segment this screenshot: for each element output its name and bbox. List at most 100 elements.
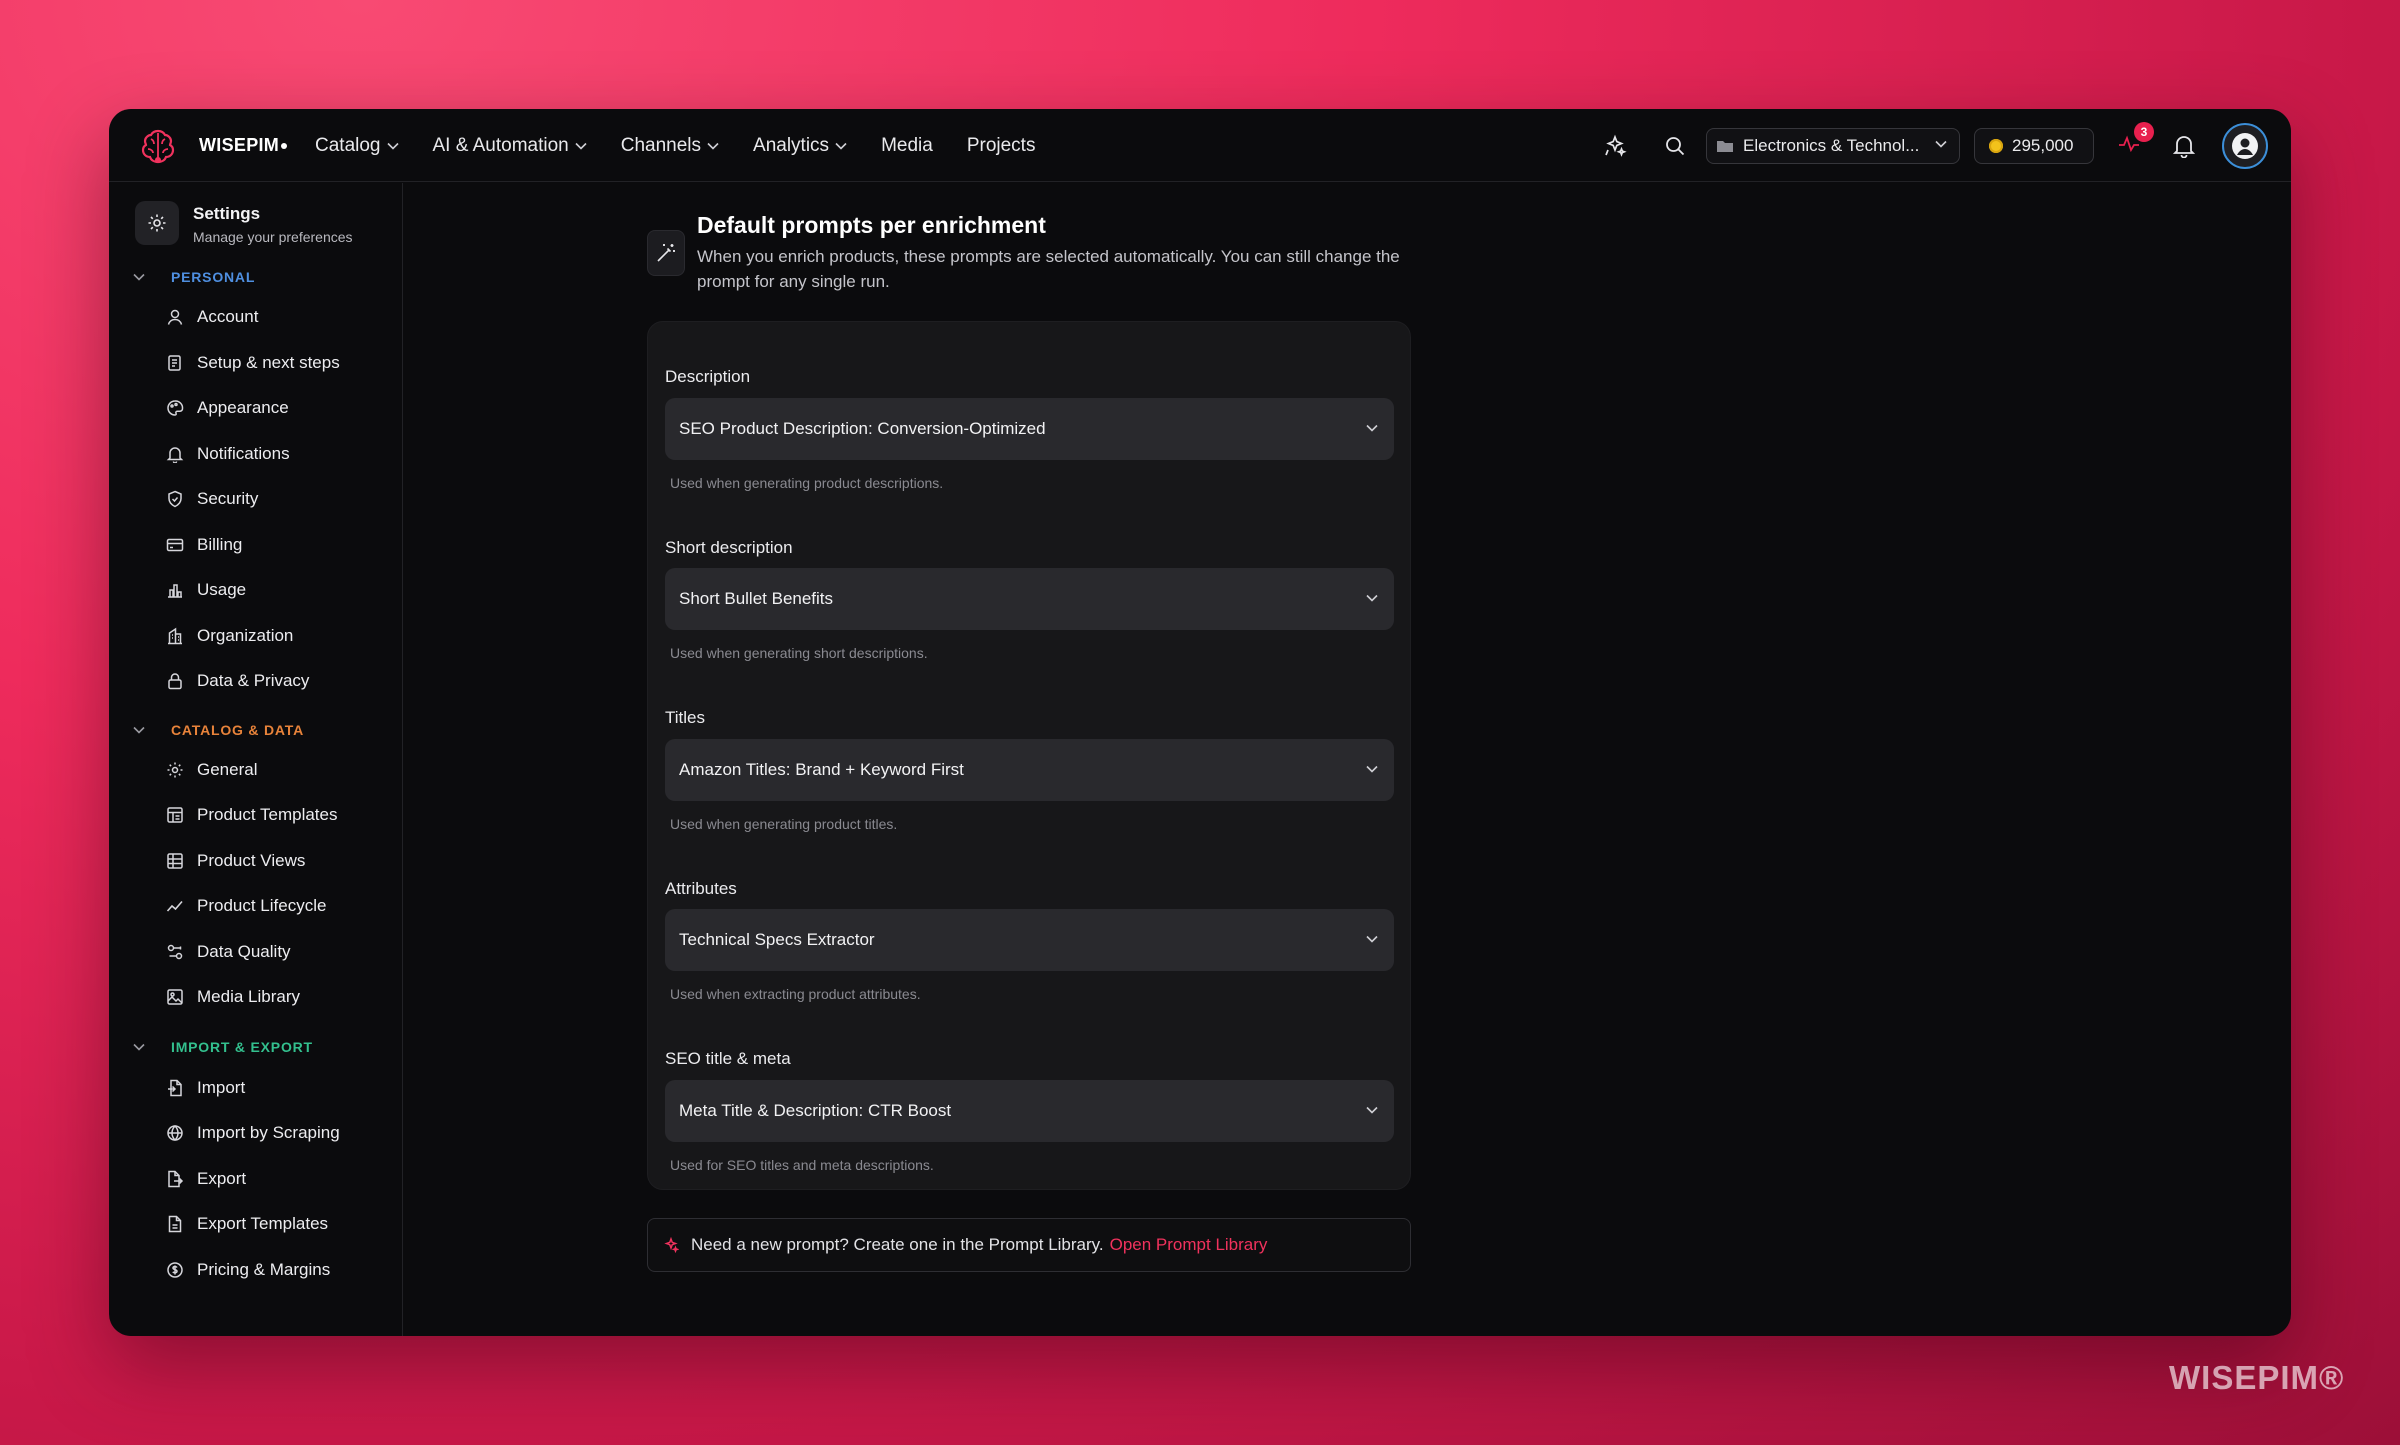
sidebar-item-pricing-margins[interactable]: Pricing & Margins [165,1260,330,1280]
settings-header: Settings Manage your preferences [135,201,353,245]
field-hint: Used for SEO titles and meta description… [670,1157,934,1173]
sidebar-item-data-privacy[interactable]: Data & Privacy [165,671,309,691]
chevron-down-icon [1935,140,1947,148]
chevron-down-icon [133,1043,145,1051]
user-icon [165,307,185,327]
brand-name[interactable]: WISEPIM [199,135,288,156]
select-attributes-prompt[interactable]: Technical Specs Extractor [665,909,1394,971]
chevron-down-icon [1366,1106,1378,1114]
prompt-library-callout: Need a new prompt? Create one in the Pro… [647,1218,1411,1272]
palette-icon [165,398,185,418]
workspace-selector[interactable]: Electronics & Technol... [1706,128,1960,164]
table-icon [165,851,185,871]
folder-icon [1717,141,1733,152]
section-import-export[interactable]: IMPORT & EXPORT [133,1039,313,1055]
magic-wand-icon [647,230,685,276]
template-icon [165,805,185,825]
bar-chart-icon [165,580,185,600]
sidebar-item-appearance[interactable]: Appearance [165,398,289,418]
field-hint: Used when generating product titles. [670,816,898,832]
sidebar-item-import-scraping[interactable]: Import by Scraping [165,1123,340,1143]
settings-sidebar: Settings Manage your preferences PERSONA… [109,183,403,1336]
shield-icon [165,489,185,509]
nav-media[interactable]: Media [881,135,933,157]
chevron-down-icon [386,142,399,150]
main-nav: Catalog AI & Automation Channels Analyti… [315,109,1069,182]
sidebar-item-notifications[interactable]: Notifications [165,444,290,464]
ai-sparkle-icon[interactable] [1600,131,1630,161]
sidebar-item-setup[interactable]: Setup & next steps [165,353,340,373]
nav-catalog[interactable]: Catalog [315,135,399,157]
open-prompt-library-link[interactable]: Open Prompt Library [1110,1235,1268,1255]
file-template-icon [165,1214,185,1234]
nav-channels[interactable]: Channels [621,135,719,157]
chevron-down-icon [835,142,847,150]
sparkle-icon [664,1237,679,1253]
activity-button[interactable]: 3 [2116,122,2154,161]
brain-logo-icon[interactable] [137,125,179,167]
chevron-down-icon [1366,424,1378,432]
sidebar-item-organization[interactable]: Organization [165,626,293,646]
quality-icon [165,942,185,962]
chevron-down-icon [575,142,587,150]
section-catalog-data[interactable]: CATALOG & DATA [133,722,304,738]
credit-card-icon [165,535,185,555]
select-short-description-prompt[interactable]: Short Bullet Benefits [665,568,1394,630]
credits-balance[interactable]: 295,000 [1974,128,2094,164]
image-icon [165,987,185,1007]
select-seo-title-meta-prompt[interactable]: Meta Title & Description: CTR Boost [665,1080,1394,1142]
sidebar-item-account[interactable]: Account [165,307,258,327]
section-personal[interactable]: PERSONAL [133,269,255,285]
trend-icon [165,896,185,916]
field-hint: Used when generating short descriptions. [670,645,928,661]
sidebar-item-product-lifecycle[interactable]: Product Lifecycle [165,896,326,916]
search-icon[interactable] [1660,131,1690,161]
chevron-down-icon [707,142,719,150]
sidebar-item-product-templates[interactable]: Product Templates [165,805,337,825]
dollar-icon [165,1260,185,1280]
chevron-down-icon [133,726,145,734]
app-window: WISEPIM Catalog AI & Automation Channels… [109,109,2291,1336]
sidebar-item-general[interactable]: General [165,760,257,780]
field-label-attributes: Attributes [665,879,737,898]
field-hint: Used when extracting product attributes. [670,986,921,1002]
sidebar-item-product-views[interactable]: Product Views [165,851,305,871]
user-icon [2232,133,2258,159]
checklist-icon [165,353,185,373]
prompt-library-text: Need a new prompt? Create one in the Pro… [691,1235,1104,1254]
gear-icon [135,201,179,245]
sidebar-item-export[interactable]: Export [165,1169,246,1189]
prompts-card: Description SEO Product Description: Con… [647,321,1411,1190]
select-titles-prompt[interactable]: Amazon Titles: Brand + Keyword First [665,739,1394,801]
bell-icon[interactable] [2169,131,2199,161]
field-label-titles: Titles [665,708,705,727]
sidebar-item-usage[interactable]: Usage [165,580,246,600]
field-label-seo-title-meta: SEO title & meta [665,1049,791,1068]
user-avatar[interactable] [2222,123,2268,169]
coin-icon [1989,139,2003,153]
sidebar-item-export-templates[interactable]: Export Templates [165,1214,328,1234]
settings-title: Settings [193,204,261,223]
sidebar-item-data-quality[interactable]: Data Quality [165,942,291,962]
sidebar-item-import[interactable]: Import [165,1078,245,1098]
sidebar-item-media-library[interactable]: Media Library [165,987,300,1007]
file-import-icon [165,1078,185,1098]
building-icon [165,626,185,646]
chevron-down-icon [1366,594,1378,602]
file-export-icon [165,1169,185,1189]
globe-icon [165,1123,185,1143]
page-description: When you enrich products, these prompts … [697,247,1400,291]
sidebar-item-billing[interactable]: Billing [165,535,242,555]
nav-ai-automation[interactable]: AI & Automation [433,135,587,157]
field-hint: Used when generating product description… [670,475,944,491]
select-description-prompt[interactable]: SEO Product Description: Conversion-Opti… [665,398,1394,460]
nav-analytics[interactable]: Analytics [753,135,847,157]
page-title: Default prompts per enrichment [697,212,1046,238]
lock-icon [165,671,185,691]
notification-badge: 3 [2134,122,2154,142]
field-label-description: Description [665,367,751,386]
sidebar-item-security[interactable]: Security [165,489,258,509]
nav-projects[interactable]: Projects [967,135,1036,157]
top-bar: WISEPIM Catalog AI & Automation Channels… [109,109,2291,182]
